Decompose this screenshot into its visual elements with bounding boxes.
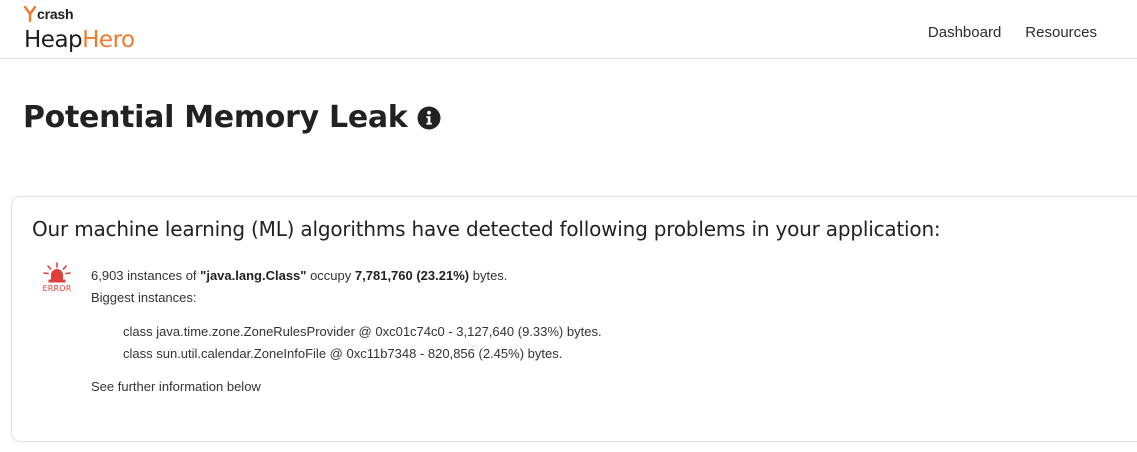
heaphero-logo[interactable]: crash HeapHero xyxy=(24,2,164,56)
top-nav: Dashboard Resources xyxy=(928,24,1097,41)
card-heading: Our machine learning (ML) algorithms hav… xyxy=(32,217,941,241)
top-header: crash HeapHero Dashboard Resources xyxy=(0,0,1137,59)
list-item: class java.time.zone.ZoneRulesProvider @… xyxy=(123,324,602,339)
list-item: class sun.util.calendar.ZoneInfoFile @ 0… xyxy=(123,346,563,361)
occupy-text: occupy xyxy=(310,268,352,283)
nav-dashboard[interactable]: Dashboard xyxy=(928,24,1001,41)
bytes-suffix: bytes. xyxy=(472,268,508,283)
heaphero-wordmark: HeapHero xyxy=(24,26,135,54)
biggest-instances-label: Biggest instances: xyxy=(91,290,197,305)
ycrash-logo: crash xyxy=(24,5,74,23)
class-name: "java.lang.Class" xyxy=(200,268,307,283)
info-icon[interactable] xyxy=(417,106,441,130)
logo-hero: Hero xyxy=(82,27,135,53)
error-label: ERROR xyxy=(42,284,72,293)
instances-of-text: instances of xyxy=(127,268,197,283)
nav-resources[interactable]: Resources xyxy=(1025,24,1097,41)
bytes-value: 7,781,760 (23.21%) xyxy=(354,268,470,283)
see-further-text: See further information below xyxy=(91,379,261,394)
problem-summary: 6,903 instances of "java.lang.Class" occ… xyxy=(91,265,507,287)
instance-count: 6,903 xyxy=(91,268,124,283)
page-title: Potential Memory Leak xyxy=(23,100,441,135)
logo-heap: Heap xyxy=(24,27,83,53)
problem-description: 6,903 instances of "java.lang.Class" occ… xyxy=(91,265,507,309)
problem-card: Our machine learning (ML) algorithms hav… xyxy=(11,196,1137,442)
instance-list: class java.time.zone.ZoneRulesProvider @… xyxy=(123,321,602,365)
ycrash-logo-text: crash xyxy=(37,6,74,22)
alarm-siren-icon xyxy=(43,262,71,283)
error-badge: ERROR xyxy=(40,262,74,296)
page-title-text: Potential Memory Leak xyxy=(23,100,408,135)
ycrash-y-icon xyxy=(24,6,36,22)
